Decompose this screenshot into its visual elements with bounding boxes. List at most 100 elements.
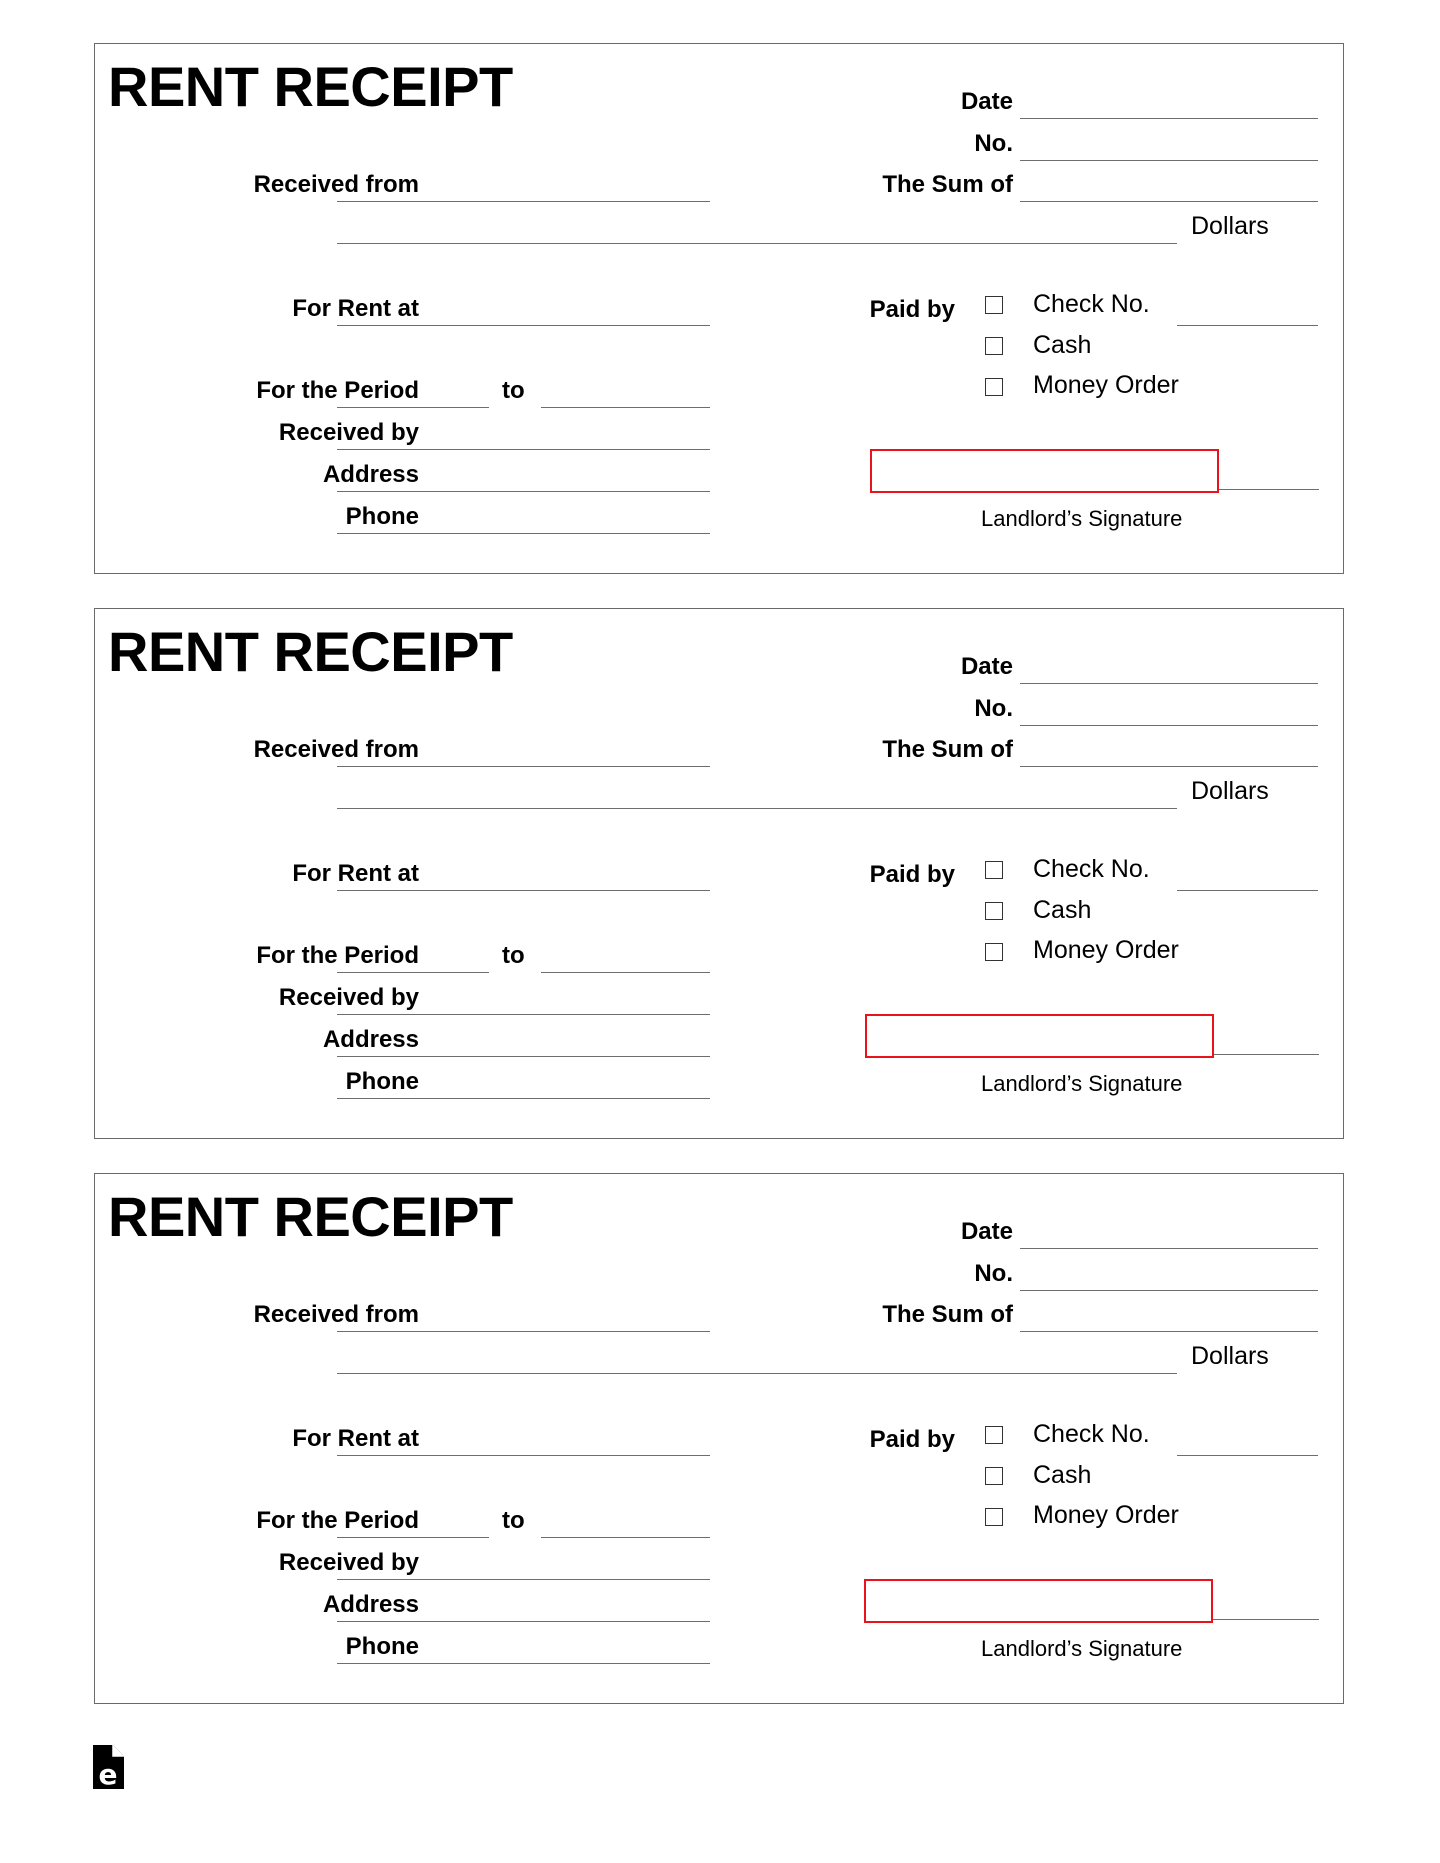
date-input[interactable] [1020,657,1318,680]
period-from-input[interactable] [337,381,489,404]
landlord-signature-field[interactable] [864,1579,1213,1623]
no-input[interactable] [1020,1264,1318,1287]
period-to-input[interactable] [541,946,710,969]
received-by-field[interactable] [337,423,710,450]
dollars-label: Dollars [1191,212,1269,240]
dollars-amount-field[interactable] [337,217,1177,244]
no-field[interactable] [1020,134,1318,161]
received-from-field[interactable] [337,175,710,202]
no-label: No. [974,695,1013,722]
no-input[interactable] [1020,134,1318,157]
check-checkbox[interactable] [985,861,1003,879]
money-order-checkbox[interactable] [985,378,1003,396]
phone-input[interactable] [337,1637,710,1660]
dollars-amount-field[interactable] [337,1347,1177,1374]
period-from-field[interactable] [337,381,489,408]
date-input[interactable] [1020,92,1318,115]
for-rent-at-field[interactable] [337,864,710,891]
period-from-input[interactable] [337,1511,489,1534]
received-from-input[interactable] [337,740,710,763]
period-from-input[interactable] [337,946,489,969]
dollars-label: Dollars [1191,1342,1269,1370]
received-by-field[interactable] [337,1553,710,1580]
check-no-label: Check No. [1033,855,1150,883]
cash-checkbox[interactable] [985,902,1003,920]
check-no-input[interactable] [1177,299,1318,322]
received-by-input[interactable] [337,423,710,446]
cash-checkbox[interactable] [985,1467,1003,1485]
landlord-signature-field[interactable] [865,1014,1214,1058]
period-to-field[interactable] [541,381,710,408]
for-rent-at-input[interactable] [337,1429,710,1452]
received-by-field[interactable] [337,988,710,1015]
date-field[interactable] [1020,1222,1318,1249]
check-no-field[interactable] [1177,299,1318,326]
date-label: Date [960,88,1013,115]
check-no-input[interactable] [1177,1429,1318,1452]
phone-field[interactable] [337,507,710,534]
phone-field[interactable] [337,1072,710,1099]
date-field[interactable] [1020,657,1318,684]
date-label: Date [960,1218,1013,1245]
sum-of-label: The Sum of [882,171,1013,198]
dollars-label: Dollars [1191,777,1269,805]
cash-label: Cash [1033,331,1092,359]
address-field[interactable] [337,1030,710,1057]
address-input[interactable] [337,1595,710,1618]
check-checkbox[interactable] [985,1426,1003,1444]
no-field[interactable] [1020,1264,1318,1291]
landlord-signature-input[interactable] [867,1016,1207,1054]
check-no-label: Check No. [1033,290,1150,318]
period-to-input[interactable] [541,1511,710,1534]
received-from-field[interactable] [337,740,710,767]
received-from-input[interactable] [337,175,710,198]
phone-input[interactable] [337,507,710,530]
phone-field[interactable] [337,1637,710,1664]
money-order-checkbox[interactable] [985,1508,1003,1526]
dollars-amount-field[interactable] [337,782,1177,809]
for-rent-at-input[interactable] [337,864,710,887]
received-from-field[interactable] [337,1305,710,1332]
sum-of-label: The Sum of [882,1301,1013,1328]
sum-of-input[interactable] [1020,175,1318,198]
cash-checkbox[interactable] [985,337,1003,355]
date-field[interactable] [1020,92,1318,119]
for-rent-at-input[interactable] [337,299,710,322]
dollars-amount-input[interactable] [337,782,1177,805]
sum-of-field[interactable] [1020,1305,1318,1332]
period-to-input[interactable] [541,381,710,404]
no-input[interactable] [1020,699,1318,722]
for-rent-at-field[interactable] [337,299,710,326]
cash-label: Cash [1033,896,1092,924]
received-from-input[interactable] [337,1305,710,1328]
dollars-amount-input[interactable] [337,217,1177,240]
check-checkbox[interactable] [985,296,1003,314]
check-no-field[interactable] [1177,1429,1318,1456]
address-input[interactable] [337,1030,710,1053]
dollars-amount-input[interactable] [337,1347,1177,1370]
no-field[interactable] [1020,699,1318,726]
check-no-input[interactable] [1177,864,1318,887]
landlord-signature-field[interactable] [870,449,1219,493]
address-input[interactable] [337,465,710,488]
address-field[interactable] [337,465,710,492]
received-by-input[interactable] [337,988,710,1011]
sum-of-input[interactable] [1020,1305,1318,1328]
money-order-checkbox[interactable] [985,943,1003,961]
landlord-signature-label: Landlord’s Signature [981,1636,1183,1661]
date-input[interactable] [1020,1222,1318,1245]
landlord-signature-input[interactable] [872,451,1212,489]
period-to-field[interactable] [541,1511,710,1538]
received-by-input[interactable] [337,1553,710,1576]
period-to-field[interactable] [541,946,710,973]
address-field[interactable] [337,1595,710,1622]
sum-of-field[interactable] [1020,740,1318,767]
sum-of-field[interactable] [1020,175,1318,202]
phone-input[interactable] [337,1072,710,1095]
landlord-signature-input[interactable] [866,1581,1206,1619]
period-from-field[interactable] [337,1511,489,1538]
for-rent-at-field[interactable] [337,1429,710,1456]
check-no-field[interactable] [1177,864,1318,891]
period-from-field[interactable] [337,946,489,973]
sum-of-input[interactable] [1020,740,1318,763]
